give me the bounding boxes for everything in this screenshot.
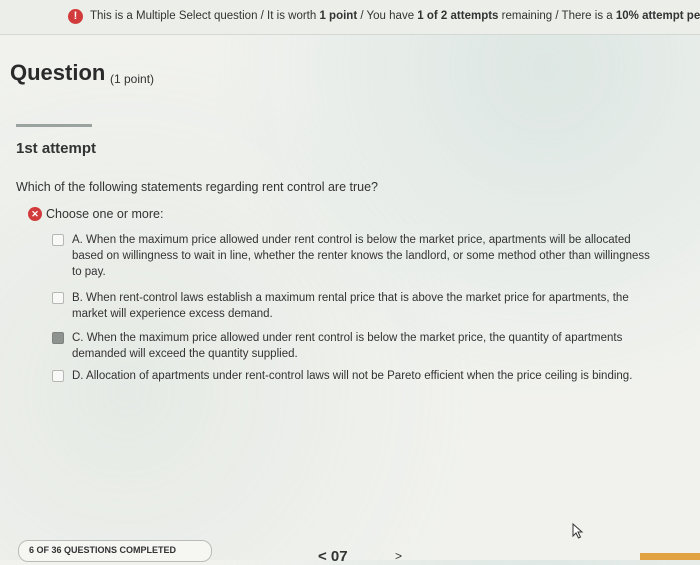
option-c-label: C. When the maximum price allowed under … bbox=[72, 332, 623, 360]
banner-attempts: 1 of 2 attempts bbox=[417, 10, 499, 22]
banner-text-3: remaining / There is a bbox=[498, 10, 616, 22]
checkbox-a[interactable] bbox=[52, 234, 64, 246]
orange-button[interactable] bbox=[640, 553, 700, 560]
banner-text-2: / You have bbox=[357, 10, 418, 22]
cursor-icon bbox=[572, 523, 584, 539]
checkbox-d[interactable] bbox=[52, 370, 64, 382]
progress-text: 6 OF 36 QUESTIONS COMPLETED bbox=[29, 545, 177, 555]
attempt-label: 1st attempt bbox=[16, 140, 97, 157]
question-prompt: Which of the following statements regard… bbox=[16, 180, 378, 194]
option-b-label: B. When rent-control laws establish a ma… bbox=[72, 292, 629, 320]
banner-points: 1 point bbox=[319, 10, 358, 22]
divider bbox=[16, 124, 92, 127]
next-arrow[interactable]: > bbox=[395, 549, 402, 563]
progress-pill[interactable]: 6 OF 36 QUESTIONS COMPLETED bbox=[18, 540, 212, 562]
checkbox-b[interactable] bbox=[52, 292, 64, 304]
option-a-label: A. When the maximum price allowed under … bbox=[72, 234, 650, 278]
choose-label: Choose one or more: bbox=[46, 207, 164, 221]
info-banner: ! This is a Multiple Select question / I… bbox=[0, 0, 700, 35]
page-nav[interactable]: < 07 bbox=[318, 548, 348, 565]
question-title: Question bbox=[10, 60, 106, 85]
checkbox-c[interactable] bbox=[52, 332, 64, 344]
incorrect-icon: ✕ bbox=[28, 207, 42, 221]
banner-text-1: This is a Multiple Select question / It … bbox=[90, 10, 320, 22]
banner-penalty: 10% attempt penalty bbox=[615, 10, 700, 22]
info-icon: ! bbox=[68, 9, 83, 24]
question-points: (1 point) bbox=[110, 72, 155, 86]
option-d-label: D. Allocation of apartments under rent-c… bbox=[72, 370, 633, 382]
banner-text: This is a Multiple Select question / It … bbox=[90, 10, 700, 22]
